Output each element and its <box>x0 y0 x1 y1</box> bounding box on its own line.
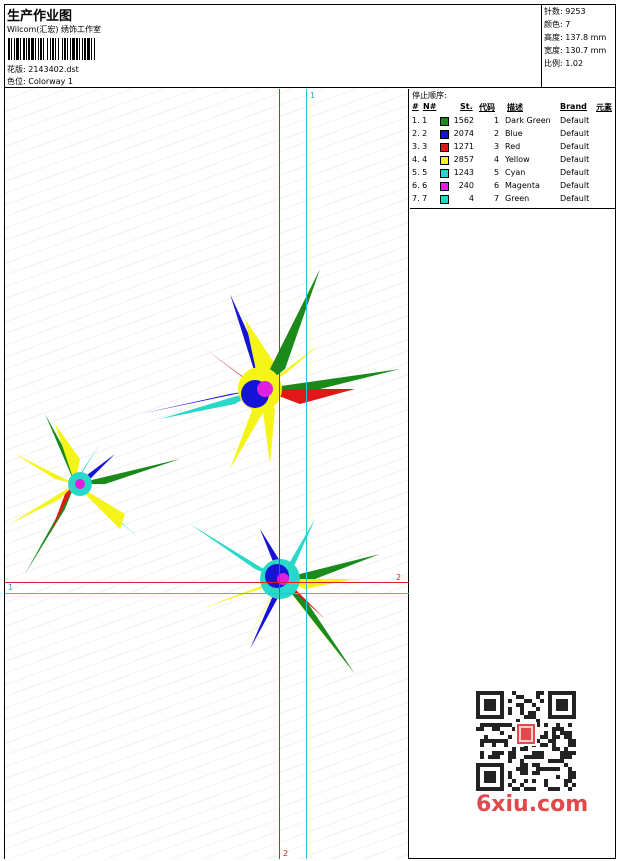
row-description: Blue <box>505 129 523 138</box>
design-scale: 比例: 1.02 <box>544 59 584 68</box>
row-description: Cyan <box>505 168 526 177</box>
company-name: Wilcom(汇宏) 绣饰工作室 <box>7 25 102 34</box>
embroidery-preview <box>10 269 400 674</box>
col-num: # <box>412 102 419 111</box>
row-brand: Default <box>560 142 590 151</box>
row-description: Red <box>505 142 521 151</box>
stats-panel: 针数: 9253 颜色: 7 高度: 137.8 mm 宽度: 130.7 mm… <box>542 5 616 88</box>
barcode <box>8 38 144 60</box>
design-filename: 花版: 2143402.dst <box>7 65 79 74</box>
row-description: Magenta <box>505 181 540 190</box>
page-title: 生产作业图 <box>7 9 73 24</box>
stop-sequence-row[interactable]: 5. 5 1243 5 Cyan Default <box>410 167 616 180</box>
row-code: 2 <box>494 129 500 138</box>
guide-label-1-top: 1 <box>310 91 316 100</box>
stop-sequence-row[interactable]: 3. 3 1271 3 Red Default <box>410 141 616 154</box>
row-stitches: 2074 <box>453 129 474 138</box>
cyan-vertical-guide <box>306 89 307 859</box>
row-stitches: 4 <box>468 194 474 203</box>
guide-label-2-bottom: 2 <box>283 849 289 858</box>
stitch-count: 针数: 9253 <box>544 7 586 16</box>
row-brand: Default <box>560 155 590 164</box>
row-stitches: 2857 <box>453 155 474 164</box>
row-stitches: 1271 <box>453 142 474 151</box>
row-code: 7 <box>494 194 500 203</box>
color-swatch <box>440 182 449 191</box>
row-stitches: 1562 <box>453 116 474 125</box>
color-swatch <box>440 130 449 139</box>
row-stitches: 1243 <box>453 168 474 177</box>
row-code: 3 <box>494 142 500 151</box>
qr-code <box>471 686 581 796</box>
col-brand: Brand <box>560 102 587 111</box>
col-n: N# <box>423 102 437 111</box>
row-description: Green <box>505 194 530 203</box>
stop-sequence-row[interactable]: 6. 6 240 6 Magenta Default <box>410 180 616 193</box>
header-panel: 生产作业图 Wilcom(汇宏) 绣饰工作室 花版: 2143402.dst 色… <box>5 5 542 88</box>
flower-top <box>140 269 400 479</box>
row-number: 3. 3 <box>412 142 428 151</box>
design-height: 高度: 137.8 mm <box>544 33 607 42</box>
red-horizontal-guide <box>5 582 409 583</box>
col-code: 代码 <box>479 103 495 112</box>
design-canvas[interactable]: 1 1 2 2 <box>5 89 409 859</box>
row-code: 1 <box>494 116 500 125</box>
guide-label-1-left: 1 <box>8 583 14 592</box>
flower-left <box>10 414 180 574</box>
flower-bottom <box>190 519 380 674</box>
row-description: Yellow <box>505 155 530 164</box>
stop-sequence-panel: 停止顺序: # N# St. 代码 描述 Brand 元素 1. 1 1562 1 D… <box>410 89 616 209</box>
stop-sequence-title: 停止顺序: <box>412 91 447 100</box>
stop-sequence-row[interactable]: 7. 7 4 7 Green Default <box>410 193 616 206</box>
row-code: 6 <box>494 181 500 190</box>
red-vertical-guide <box>279 89 280 859</box>
color-swatch <box>440 143 449 152</box>
design-width: 宽度: 130.7 mm <box>544 46 607 55</box>
row-description: Dark Green <box>505 116 551 125</box>
row-number: 5. 5 <box>412 168 428 177</box>
stop-sequence-row[interactable]: 4. 4 2857 4 Yellow Default <box>410 154 616 167</box>
row-number: 1. 1 <box>412 116 428 125</box>
row-code: 4 <box>494 155 500 164</box>
cyan-horizontal-guide <box>5 593 409 594</box>
row-number: 7. 7 <box>412 194 428 203</box>
color-count: 颜色: 7 <box>544 20 571 29</box>
row-number: 6. 6 <box>412 181 428 190</box>
row-brand: Default <box>560 116 590 125</box>
colorway-label: 色位: Colorway 1 <box>7 77 73 86</box>
row-code: 5 <box>494 168 500 177</box>
row-stitches: 240 <box>458 181 474 190</box>
row-brand: Default <box>560 194 590 203</box>
col-desc: 描述 <box>507 103 523 112</box>
row-brand: Default <box>560 181 590 190</box>
color-swatch <box>440 195 449 204</box>
stop-sequence-header: # N# St. 代码 描述 Brand 元素 <box>410 102 616 112</box>
col-st: St. <box>460 102 473 111</box>
row-number: 4. 4 <box>412 155 428 164</box>
color-swatch <box>440 117 449 126</box>
row-brand: Default <box>560 168 590 177</box>
stop-sequence-row[interactable]: 1. 1 1562 1 Dark Green Default <box>410 115 616 128</box>
col-elem: 元素 <box>596 103 612 112</box>
stop-sequence-row[interactable]: 2. 2 2074 2 Blue Default <box>410 128 616 141</box>
worksheet-frame: 生产作业图 Wilcom(汇宏) 绣饰工作室 花版: 2143402.dst 色… <box>4 4 616 859</box>
color-swatch <box>440 156 449 165</box>
site-logo: 6xiu.com <box>476 792 589 817</box>
row-number: 2. 2 <box>412 129 428 138</box>
guide-label-2-right: 2 <box>396 573 402 582</box>
row-brand: Default <box>560 129 590 138</box>
color-swatch <box>440 169 449 178</box>
